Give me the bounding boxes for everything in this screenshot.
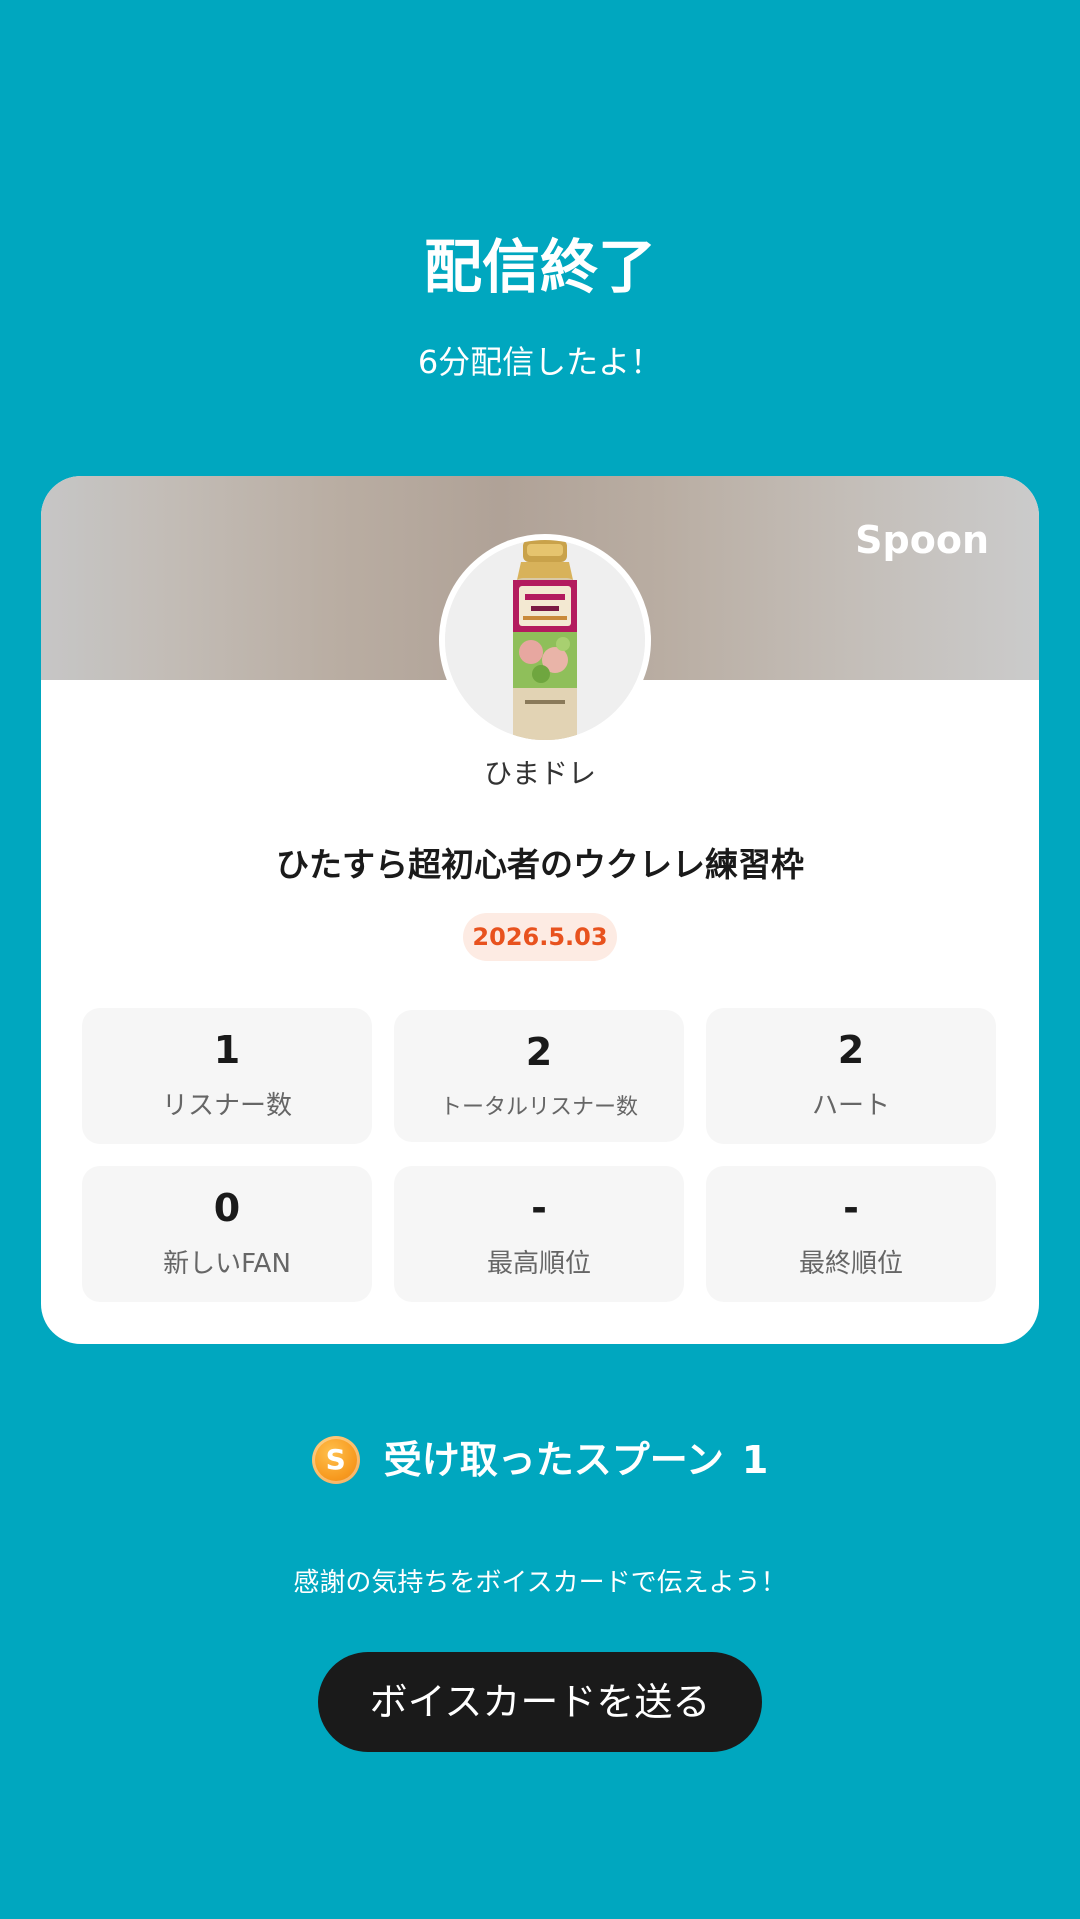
stat-hearts: 2 ハート [706, 1008, 996, 1144]
stat-value: 1 [213, 1028, 241, 1072]
received-spoons-count: 1 [741, 1438, 769, 1482]
broadcast-duration-text: 6分配信したよ！ [417, 343, 663, 381]
broadcast-summary-card: Spoon ひまドレ ひたすら超初心者のウクレレ練習枠 2026.5.03 1 … [41, 476, 1039, 1344]
send-voice-card-button[interactable]: ボイスカードを送る [318, 1652, 762, 1752]
stat-value: 2 [525, 1030, 553, 1074]
broadcaster-name: ひまドレ [483, 757, 596, 790]
received-spoons: S 受け取ったスプーン 1 [0, 1432, 1080, 1488]
stat-value: - [531, 1186, 547, 1230]
stat-value: - [843, 1186, 859, 1230]
dressing-bottle-image [445, 540, 645, 740]
spoon-logo: Spoon [855, 518, 989, 562]
stat-label: 新しいFAN [163, 1249, 291, 1279]
stat-label: リスナー数 [161, 1091, 292, 1121]
date-badge: 2026.5.03 [463, 913, 617, 961]
page-title: 配信終了 [423, 233, 656, 301]
stat-label: ハート [811, 1091, 890, 1121]
stat-label: 最高順位 [486, 1249, 591, 1279]
stat-label: トータルリスナー数 [439, 1095, 638, 1120]
received-spoons-label: 受け取ったスプーン [383, 1438, 724, 1482]
live-title: ひたすら超初心者のウクレレ練習枠 [276, 845, 804, 884]
thanks-message: 感謝の気持ちをボイスカードで伝えよう！ [293, 1568, 787, 1598]
stat-total-listeners: 2 トータルリスナー数 [394, 1010, 684, 1142]
avatar [439, 534, 651, 746]
stat-value: 2 [837, 1028, 865, 1072]
stat-best-rank: - 最高順位 [394, 1166, 684, 1302]
spoon-coin-icon: S [311, 1436, 360, 1484]
stat-label: 最終順位 [798, 1249, 903, 1279]
stat-new-fans: 0 新しいFAN [82, 1166, 372, 1302]
stat-value: 0 [213, 1186, 241, 1230]
stat-final-rank: - 最終順位 [706, 1166, 996, 1302]
stat-listeners: 1 リスナー数 [82, 1008, 372, 1144]
